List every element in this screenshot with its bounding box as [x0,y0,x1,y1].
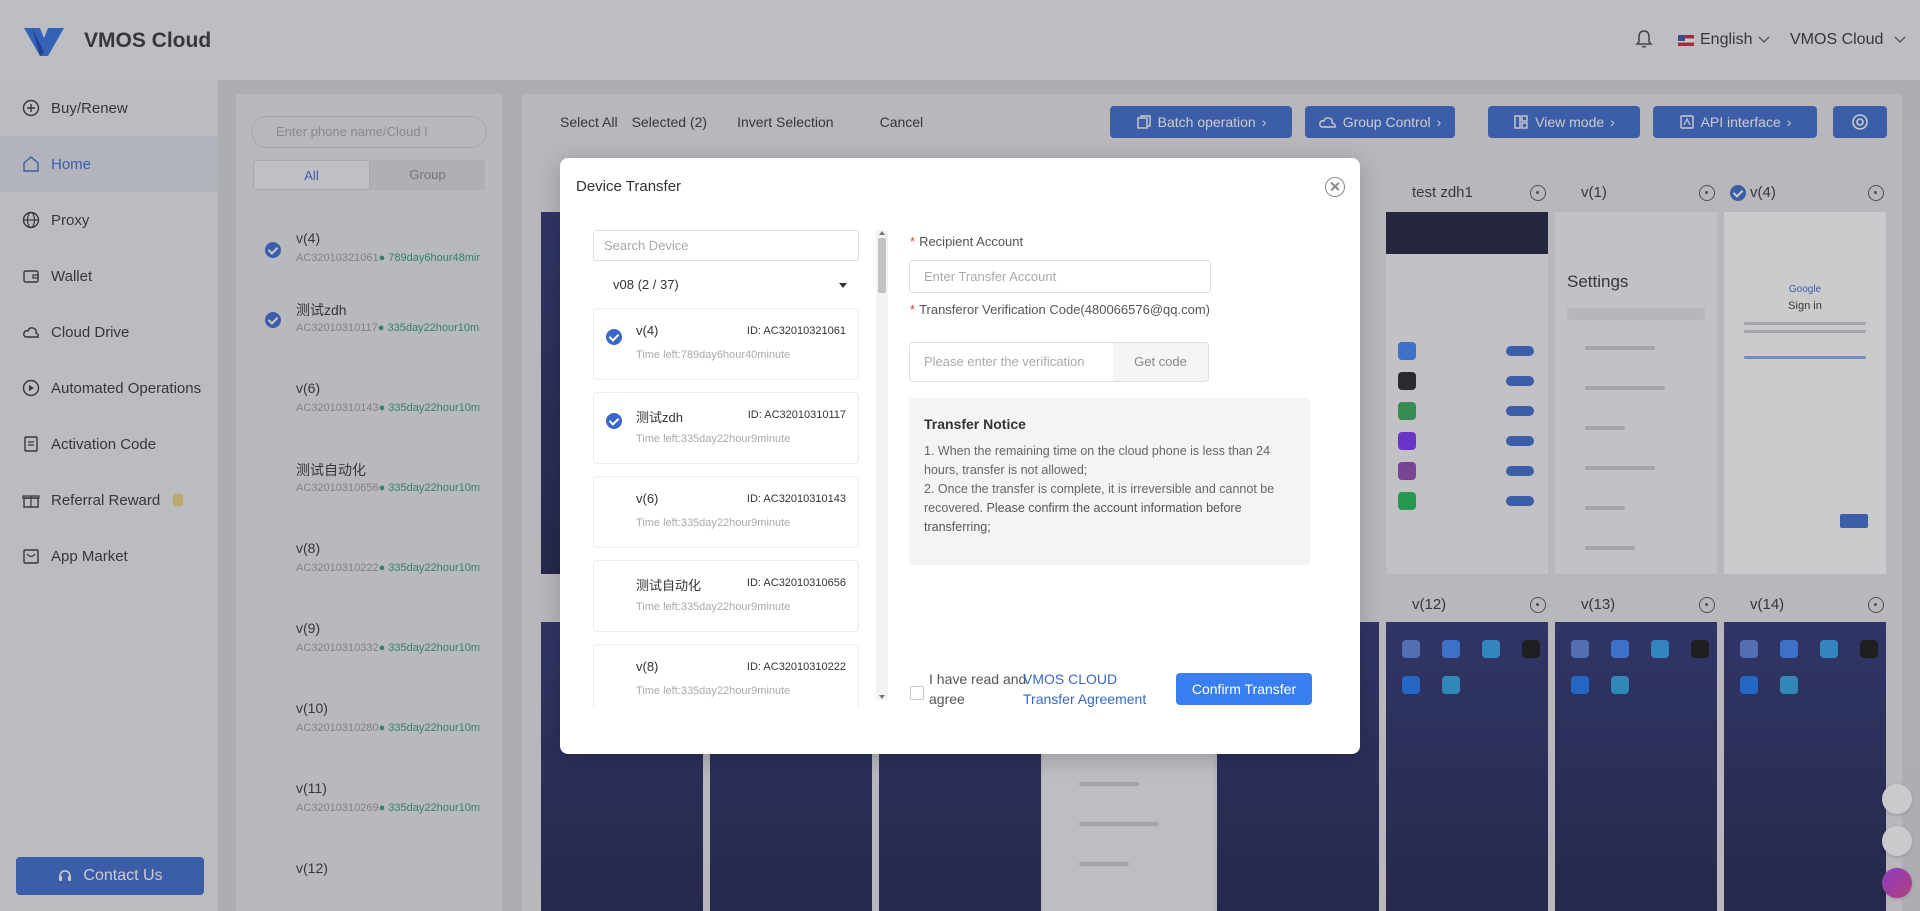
device-name: v(4) [636,323,659,338]
get-code-button[interactable]: Get code [1113,342,1209,382]
device-name: v(8) [636,659,659,674]
device-transfer-dialog: Device Transfer Search Device v08 (2 / 3… [560,158,1360,754]
transfer-notice: Transfer Notice 1. When the remaining ti… [909,398,1310,565]
notice-body: 1. When the remaining time on the cloud … [924,442,1299,537]
scroll-thumb[interactable] [878,238,886,293]
agree-checkbox[interactable] [910,686,924,700]
device-id: ID: AC32010310117 [747,409,846,421]
device-search-input[interactable]: Search Device [593,230,859,261]
confirm-transfer-button[interactable]: Confirm Transfer [1176,673,1312,705]
checked-icon[interactable] [606,413,622,429]
recipient-account-label: * Recipient Account [910,234,1024,249]
transfer-device-item[interactable]: 测试zdh ID: AC32010310117 Time left:335day… [593,392,859,464]
device-list-scrollbar[interactable] [876,230,888,700]
notice-title: Transfer Notice [924,416,1026,432]
transfer-device-item[interactable]: v(4) ID: AC32010321061 Time left:789day6… [593,308,859,380]
scroll-down-icon[interactable] [879,695,885,699]
device-id: ID: AC32010310143 [746,493,846,505]
transfer-device-item[interactable]: v(8) ID: AC32010310222 Time left:335day2… [593,644,859,708]
transfer-device-item[interactable]: v(6) ID: AC32010310143 Time left:335day2… [593,476,859,548]
device-name: 测试zdh [636,410,683,425]
group-select[interactable]: v08 (2 / 37) [593,270,859,300]
device-id: ID: AC32010321061 [746,325,846,337]
caret-down-icon [839,283,847,288]
scroll-up-icon[interactable] [879,231,885,235]
transfer-agreement-link[interactable]: VMOS CLOUD Transfer Agreement [1023,669,1163,709]
dialog-title: Device Transfer [576,178,682,195]
device-id: ID: AC32010310222 [746,661,846,673]
transfer-device-item[interactable]: 测试自动化 ID: AC32010310656 Time left:335day… [593,560,859,632]
recipient-account-input[interactable]: Enter Transfer Account [909,260,1211,293]
transfer-device-list: v(4) ID: AC32010321061 Time left:789day6… [593,308,859,708]
device-id: ID: AC32010310656 [746,577,846,589]
device-time-left: Time left:335day22hour9minute [636,685,791,697]
close-icon[interactable] [1325,177,1345,197]
notice-item-2: 2. Once the transfer is complete, it is … [924,482,1275,534]
device-name: 测试自动化 [636,578,702,593]
notice-item-1: 1. When the remaining time on the cloud … [924,444,1271,477]
device-time-left: Time left:335day22hour9minute [636,433,791,445]
device-time-left: Time left:789day6hour40minute [636,349,791,361]
verification-code-label: * Transferor Verification Code(480066576@… [910,302,1210,317]
device-name: v(6) [636,491,659,506]
device-time-left: Time left:335day22hour9minute [636,601,791,613]
group-select-value: v08 (2 / 37) [613,277,679,292]
verification-code-input[interactable]: Please enter the verification [909,342,1115,382]
device-time-left: Time left:335day22hour9minute [636,517,791,529]
agree-text: I have read and agree [929,671,1027,707]
checked-icon[interactable] [606,329,622,345]
